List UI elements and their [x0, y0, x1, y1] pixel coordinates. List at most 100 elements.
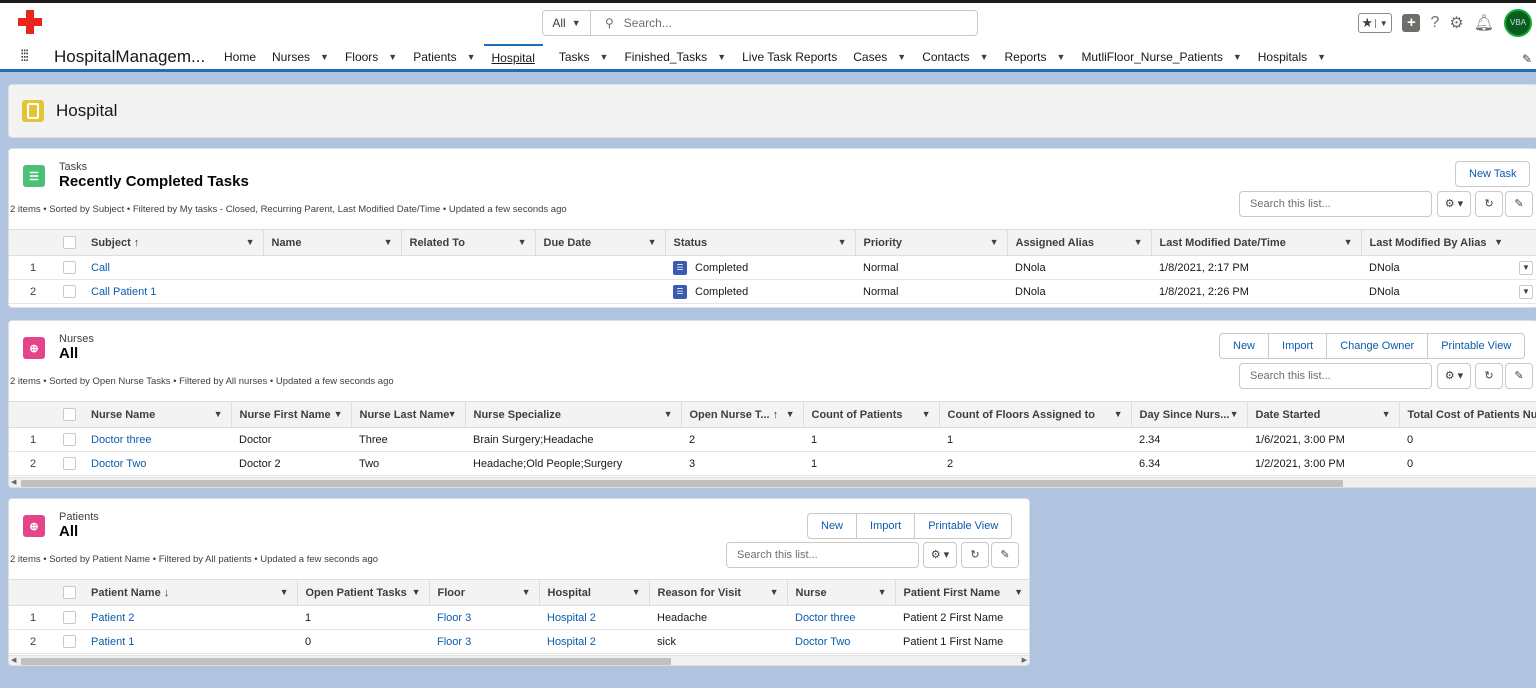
chevron-down-icon[interactable]: ▼	[320, 52, 329, 62]
help-icon[interactable]: ?	[1430, 14, 1439, 32]
import-button[interactable]: Import	[857, 514, 916, 538]
row-checkbox[interactable]	[63, 611, 76, 624]
row-select[interactable]	[57, 629, 83, 654]
column-header[interactable]: Nurse Specialize ▼	[464, 401, 681, 428]
chevron-down-icon[interactable]: ▼	[1317, 52, 1326, 62]
column-header[interactable]: Subject ↑ ▼	[83, 229, 263, 256]
chevron-down-icon[interactable]: ▼	[522, 587, 531, 597]
refresh-icon[interactable]: ↻	[961, 542, 989, 568]
nav-item-hospitals[interactable]: Hospitals ▼	[1258, 50, 1326, 64]
row-actions-chevron-icon[interactable]: ▼	[1519, 260, 1533, 275]
nav-item-mutlifloor-nurse-patients[interactable]: MutliFloor_Nurse_Patients ▼	[1081, 50, 1241, 64]
new-task-button[interactable]: New Task	[1456, 162, 1529, 186]
column-header[interactable]: Last Modified Date/Time ▼	[1150, 229, 1361, 256]
select-all-checkbox[interactable]	[63, 236, 76, 249]
record-link[interactable]: Doctor Two	[91, 458, 146, 470]
chevron-down-icon[interactable]: ▼	[838, 237, 847, 247]
row-actions-chevron-icon[interactable]: ▼	[1519, 284, 1533, 299]
column-header[interactable]: Last Modified By Alias ▼	[1360, 229, 1511, 256]
search-scope-dropdown[interactable]: All ▼	[543, 11, 591, 35]
column-header[interactable]: Day Since Nurs... ▼	[1130, 401, 1247, 428]
edit-list-icon[interactable]: ✎	[1505, 363, 1533, 389]
list-settings-gear-icon[interactable]: ⚙ ▾	[1437, 191, 1471, 217]
select-all-header[interactable]	[57, 229, 83, 256]
chevron-down-icon[interactable]: ▼	[1344, 237, 1353, 247]
column-header[interactable]: Date Started ▼	[1246, 401, 1399, 428]
row-select[interactable]	[57, 427, 83, 452]
select-all-checkbox[interactable]	[63, 586, 76, 599]
chevron-down-icon[interactable]: ▼	[246, 237, 255, 247]
chevron-down-icon[interactable]: ▼	[897, 52, 906, 62]
nav-item-contacts[interactable]: Contacts ▼	[922, 50, 988, 64]
new-button[interactable]: New	[1220, 334, 1270, 358]
row-checkbox[interactable]	[63, 457, 76, 470]
column-header[interactable]: Floor ▼	[428, 579, 539, 606]
table-row[interactable]: 1 Patient 2 1 Floor 3 Hospital 2 Headache Doct…	[9, 605, 1029, 630]
record-link[interactable]: Doctor three	[795, 612, 856, 624]
column-header[interactable]: Count of Patients ▼	[802, 401, 939, 428]
nav-item-finished-tasks[interactable]: Finished_Tasks ▼	[624, 50, 726, 64]
scroll-left-arrow-icon[interactable]: ◀	[11, 478, 16, 486]
horizontal-scrollbar[interactable]: ◀	[9, 477, 1536, 487]
printable-view-button[interactable]: Printable View	[1428, 334, 1524, 358]
column-header[interactable]: Priority ▼	[854, 229, 1007, 256]
chevron-down-icon[interactable]: ▼	[388, 52, 397, 62]
chevron-down-icon[interactable]: ▼	[467, 52, 476, 62]
nav-item-floors[interactable]: Floors ▼	[345, 50, 397, 64]
select-all-checkbox[interactable]	[63, 408, 76, 421]
scroll-left-arrow-icon[interactable]: ◀	[11, 656, 16, 664]
chevron-down-icon[interactable]: ▼	[280, 587, 289, 597]
column-header[interactable]: Status ▼	[664, 229, 855, 256]
row-checkbox[interactable]	[63, 261, 76, 274]
chevron-down-icon[interactable]: ▼	[214, 409, 223, 419]
table-row[interactable]: 1 Doctor three Doctor Three Brain Surgery;He…	[9, 427, 1536, 452]
user-avatar[interactable]: VBA	[1504, 9, 1532, 37]
notifications-bell-icon[interactable]: 🔔︎	[1474, 13, 1494, 33]
chevron-down-icon[interactable]: ▼	[518, 237, 527, 247]
chevron-down-icon[interactable]: ▼	[1134, 237, 1143, 247]
column-header[interactable]: Patient First Name ▼	[894, 579, 1029, 606]
setup-gear-icon[interactable]: ⚙	[1449, 13, 1463, 33]
org-logo-icon[interactable]	[18, 10, 42, 34]
column-header[interactable]: Related To ▼	[400, 229, 535, 256]
edit-list-icon[interactable]: ✎	[1505, 191, 1533, 217]
list-settings-gear-icon[interactable]: ⚙ ▾	[923, 542, 957, 568]
chevron-down-icon[interactable]: ▼	[1233, 52, 1242, 62]
table-row[interactable]: 2 Call Patient 1 ☰ Completed Normal DNola 1/8/…	[9, 279, 1536, 304]
scroll-thumb[interactable]	[21, 480, 1343, 487]
column-header[interactable]: Patient Name ↓ ▼	[83, 579, 297, 606]
search-input[interactable]: Search...	[624, 16, 672, 30]
record-link[interactable]: Doctor three	[91, 434, 152, 446]
nav-item-home[interactable]: Home	[224, 50, 256, 64]
chevron-down-icon[interactable]: ▼	[1114, 409, 1123, 419]
scroll-thumb[interactable]	[21, 658, 671, 665]
chevron-down-icon[interactable]: ▼	[717, 52, 726, 62]
row-select[interactable]	[57, 451, 83, 476]
refresh-icon[interactable]: ↻	[1475, 191, 1503, 217]
select-all-header[interactable]	[57, 579, 83, 606]
tasks-search-input[interactable]: Search this list...	[1239, 191, 1432, 217]
column-header[interactable]: Due Date ▼	[534, 229, 665, 256]
nav-item-cases[interactable]: Cases ▼	[853, 50, 906, 64]
nav-item-live-task-reports[interactable]: Live Task Reports	[742, 50, 837, 64]
nav-item-patients[interactable]: Patients ▼	[413, 50, 475, 64]
row-select[interactable]	[57, 279, 83, 304]
list-view-name[interactable]: All	[59, 345, 78, 362]
record-link[interactable]: Call	[91, 262, 110, 274]
column-header[interactable]: Total Cost of Patients Nurs▼	[1398, 401, 1536, 428]
chevron-down-icon[interactable]: ▼	[786, 409, 795, 419]
printable-view-button[interactable]: Printable View	[915, 514, 1011, 538]
column-header[interactable]: Reason for Visit ▼	[648, 579, 787, 606]
nav-item-nurses[interactable]: Nurses ▼	[272, 50, 329, 64]
horizontal-scrollbar[interactable]: ◀ ▶	[9, 655, 1029, 665]
column-header[interactable]: Open Patient Tasks ▼	[296, 579, 429, 606]
table-row[interactable]: 1 Call ☰ Completed Normal DNola 1/8/2021, 2:17…	[9, 255, 1536, 280]
column-header[interactable]: Nurse First Name ▼	[230, 401, 351, 428]
list-view-name[interactable]: All	[59, 523, 78, 540]
favorites-button[interactable]: ★ ▼	[1358, 13, 1393, 33]
list-view-name[interactable]: Recently Completed Tasks	[59, 173, 249, 190]
record-link[interactable]: Floor 3	[437, 612, 471, 624]
record-link[interactable]: Hospital 2	[547, 612, 596, 624]
nav-item-hospital[interactable]: Hospital	[483, 44, 543, 69]
global-search[interactable]: All ▼ ⚲ Search...	[542, 10, 978, 36]
